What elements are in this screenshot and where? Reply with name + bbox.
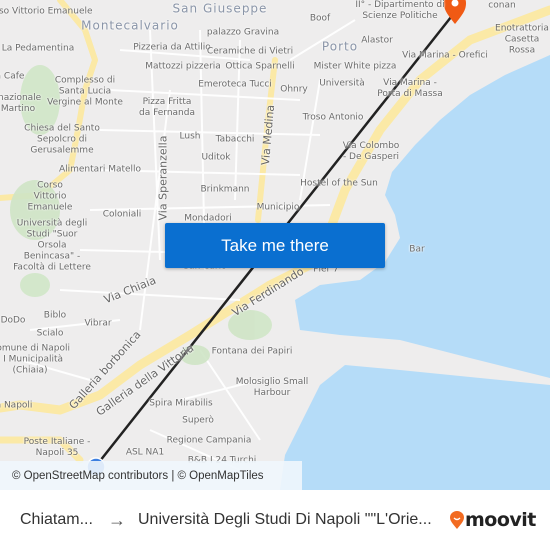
map-label: Uditok [201, 152, 231, 163]
map-label: ASL NA1 [125, 447, 165, 458]
map-label: Municipio [256, 202, 300, 213]
map-label: a Cafe [0, 71, 25, 82]
map-label: Via Marina - Orefici [402, 50, 488, 61]
moovit-logo[interactable]: moovit [450, 509, 536, 531]
map-label: Fontana dei Papiri [211, 346, 293, 357]
map-label: Università degli Studi "Suor Orsola Beni… [13, 218, 91, 273]
map-label: Via Colombo - De Gasperi [342, 141, 400, 162]
map-label: nazionale Martino [0, 93, 42, 114]
map-label: Enotrattoria Casetta Rossa [495, 23, 549, 56]
map-label: Alimentari Matello [58, 164, 142, 175]
arrow-right-icon: → [108, 509, 126, 530]
map-attribution[interactable]: © OpenStreetMap contributors | © OpenMap… [0, 461, 302, 490]
map[interactable]: Corso Vittorio Emanuele San Giuseppe Mon… [0, 0, 550, 490]
map-label: Ceramiche di Vietri [206, 46, 294, 57]
map-label: Pizza Fritta da Fernanda [138, 97, 195, 118]
map-label: a Napoli [0, 400, 33, 411]
destination-stop-name: Università Degli Studi Di Napoli ""L'Ori… [138, 511, 432, 528]
map-label: Chiesa del Santo Sepolcro di Gerusalemme [24, 123, 100, 156]
map-label: Biblo [43, 310, 67, 321]
map-label: Scialo [36, 328, 64, 339]
map-label: Pizzeria da Attilio [133, 42, 211, 53]
map-label: Tabacchi [215, 134, 255, 145]
map-label: San Giuseppe [172, 1, 268, 16]
origin-stop-name: Chiatam... [20, 511, 93, 528]
map-label: Montecalvario [81, 18, 179, 33]
map-label: Molosiglio Small Harbour [235, 377, 309, 398]
map-label: conan [488, 0, 516, 11]
map-label: Comune di Napoli - I Municipalità (Chiai… [0, 343, 70, 376]
map-label: Hostel of the Sun [300, 178, 378, 189]
map-label: Poste Italiane - Napoli 35 [23, 437, 91, 458]
map-label: DoDo [0, 315, 26, 326]
map-label: Corso Vittorio Emanuele [0, 6, 93, 17]
map-label: Ottica Sparnelli [225, 61, 295, 72]
map-label: Porto [321, 39, 359, 54]
map-label: Regione Campania [166, 435, 252, 446]
map-label: Emeroteca Tucci [198, 79, 272, 90]
map-label: Ohnry [280, 84, 308, 95]
map-label: Bar [409, 244, 425, 255]
map-label: Lush [179, 131, 201, 142]
street-label: Via Speranzella [156, 135, 170, 221]
take-me-there-button[interactable]: Take me there [165, 223, 385, 268]
map-label: palazzo Gravina [206, 27, 280, 38]
map-label: Mister White pizza [313, 61, 397, 72]
map-label: Complesso di Santa Lucia Vergine al Mont… [47, 75, 123, 108]
map-label: Via Marina - Porta di Massa [377, 78, 443, 99]
map-label: Corso Vittorio Emanuele [27, 180, 73, 213]
map-label: Troso Antonio [302, 112, 364, 123]
map-label: Mattozzi pizzeria [145, 61, 221, 72]
map-label: Boof [309, 13, 331, 24]
map-label: Vibrar [84, 318, 112, 329]
map-label: Brinkmann [200, 184, 250, 195]
moovit-logo-text: moovit [465, 509, 536, 531]
map-label: La Pedamentina [1, 43, 75, 54]
map-label: Università [319, 78, 365, 89]
route-footer: Chiatam... → Università Degli Studi Di N… [0, 490, 550, 550]
moovit-pin-icon [450, 511, 464, 529]
map-label: II° - Dipartimento di Scienze Politiche [355, 0, 445, 21]
map-label: Coloniali [102, 209, 142, 220]
map-label: Superò [182, 415, 214, 426]
map-label: Alastor [361, 35, 393, 46]
map-label: Spira Mirabilis [149, 398, 213, 409]
